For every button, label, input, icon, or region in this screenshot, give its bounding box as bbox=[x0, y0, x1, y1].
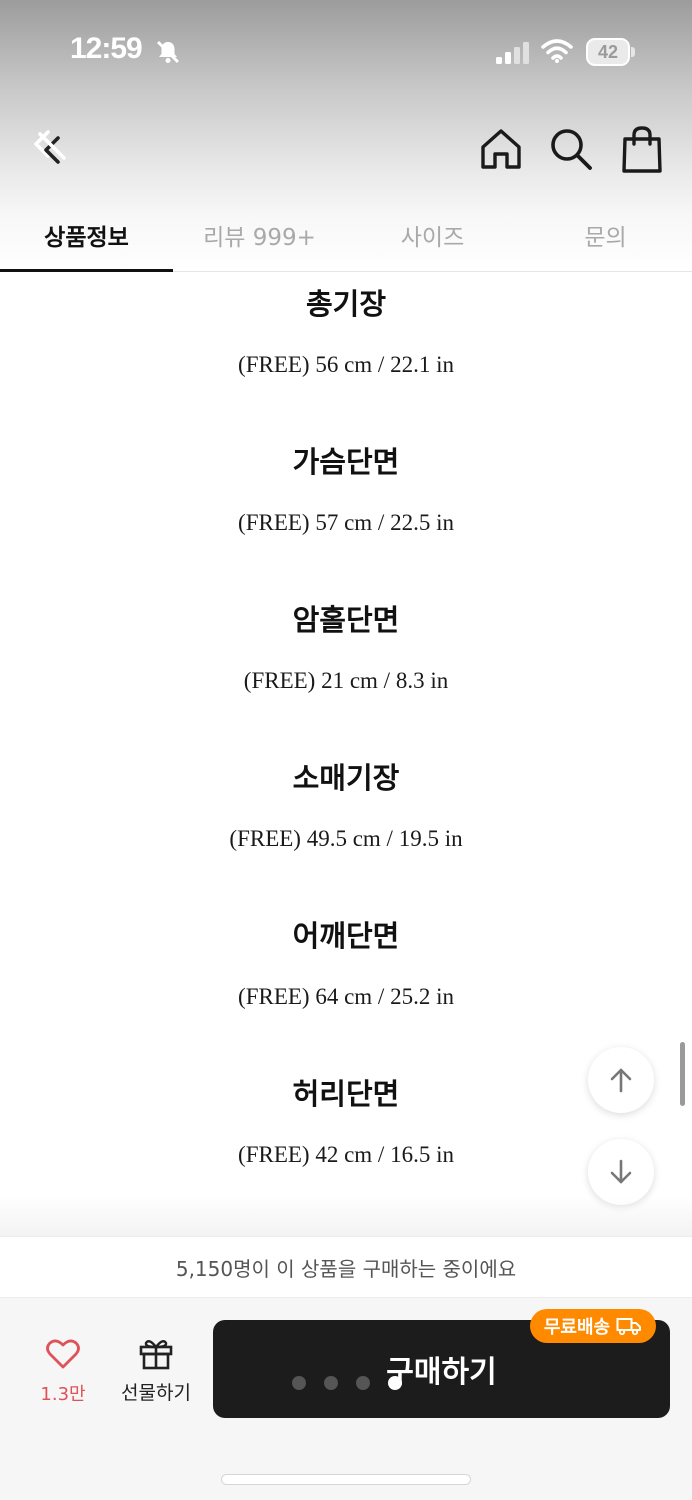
arrow-down-icon bbox=[610, 1159, 632, 1184]
tab-label: 사이즈 bbox=[400, 225, 465, 251]
size-spec-label: 총기장 bbox=[305, 287, 387, 321]
truck-icon bbox=[616, 1318, 642, 1336]
size-spec-value: (FREE) 64 cm / 25.2 in bbox=[238, 984, 454, 1009]
gift-button[interactable]: 선물하기 bbox=[114, 1336, 198, 1412]
size-spec-item: 어깨단면 (FREE) 64 cm / 25.2 in bbox=[0, 916, 692, 1074]
purchase-activity-text: 5,150명이 이 상품을 구매하는 중이에요 bbox=[175, 1256, 517, 1281]
status-bar: 12:59 42 bbox=[0, 0, 692, 100]
size-spec-label: 소매기장 bbox=[292, 761, 400, 795]
size-spec-value: (FREE) 56 cm / 22.1 in bbox=[238, 352, 454, 377]
home-icon[interactable] bbox=[478, 126, 524, 172]
size-spec-item: 암홀단면 (FREE) 21 cm / 8.3 in bbox=[0, 600, 692, 758]
size-spec-label: 가슴단면 bbox=[292, 445, 400, 479]
battery-level: 42 bbox=[586, 38, 630, 66]
tab-size[interactable]: 사이즈 bbox=[346, 200, 519, 272]
size-spec-value: (FREE) 57 cm / 22.5 in bbox=[238, 510, 454, 535]
loading-dots bbox=[292, 1376, 404, 1392]
tab-reviews[interactable]: 리뷰 999+ bbox=[173, 200, 346, 272]
like-count: 1.3만 bbox=[40, 1384, 86, 1405]
bell-mute-icon bbox=[156, 40, 180, 64]
size-spec-value: (FREE) 49.5 cm / 19.5 in bbox=[229, 826, 463, 851]
tab-label: 상품정보 bbox=[44, 225, 129, 251]
size-spec-list: 총기장 (FREE) 56 cm / 22.1 in 가슴단면 (FREE) 5… bbox=[0, 284, 692, 1232]
shopping-bag-icon[interactable] bbox=[618, 124, 666, 174]
tab-product-info[interactable]: 상품정보 bbox=[0, 200, 173, 272]
product-tabs: 상품정보 리뷰 999+ 사이즈 문의 bbox=[0, 200, 692, 272]
loading-dot bbox=[292, 1376, 306, 1390]
size-spec-item: 소매기장 (FREE) 49.5 cm / 19.5 in bbox=[0, 758, 692, 916]
battery-cap bbox=[631, 47, 635, 57]
arrow-up-icon bbox=[610, 1068, 632, 1093]
wifi-icon bbox=[541, 39, 573, 63]
loading-dot bbox=[356, 1376, 370, 1390]
scrollbar-thumb[interactable] bbox=[680, 1042, 685, 1106]
navigation-bar bbox=[0, 110, 692, 190]
size-spec-value: (FREE) 21 cm / 8.3 in bbox=[243, 668, 449, 693]
size-spec-label: 암홀단면 bbox=[292, 603, 400, 637]
size-spec-item: 가슴단면 (FREE) 57 cm / 22.5 in bbox=[0, 442, 692, 600]
battery-indicator: 42 bbox=[586, 38, 635, 66]
home-indicator[interactable] bbox=[222, 1475, 470, 1484]
tab-label: 문의 bbox=[584, 225, 627, 251]
gift-icon bbox=[139, 1340, 173, 1370]
purchase-activity-banner: 5,150명이 이 상품을 구매하는 중이에요 bbox=[0, 1236, 692, 1298]
tab-label: 리뷰 999+ bbox=[203, 225, 316, 251]
tab-inquiry[interactable]: 문의 bbox=[519, 200, 692, 272]
like-button[interactable]: 1.3만 bbox=[24, 1338, 102, 1412]
free-shipping-label: 무료배송 bbox=[543, 1317, 611, 1338]
search-icon[interactable] bbox=[548, 126, 594, 172]
signal-icon bbox=[496, 42, 529, 64]
scroll-to-top-button[interactable] bbox=[588, 1047, 654, 1113]
loading-dot-active bbox=[388, 1376, 402, 1390]
content-fade bbox=[0, 1196, 692, 1236]
gift-label: 선물하기 bbox=[121, 1382, 191, 1404]
size-spec-item: 총기장 (FREE) 56 cm / 22.1 in bbox=[0, 284, 692, 442]
status-time: 12:59 bbox=[70, 32, 143, 65]
size-spec-label: 어깨단면 bbox=[292, 919, 400, 953]
heart-icon bbox=[46, 1339, 80, 1369]
loading-dot bbox=[324, 1376, 338, 1390]
free-shipping-badge: 무료배송 bbox=[530, 1309, 656, 1343]
back-chevrons-icon[interactable] bbox=[26, 124, 74, 172]
